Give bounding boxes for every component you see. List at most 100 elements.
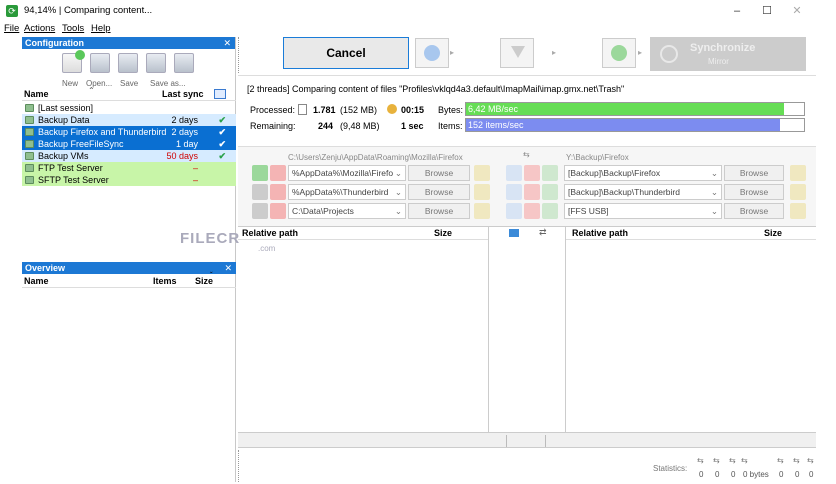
open-config-icon[interactable] [90,53,110,73]
cloud-folder-icon[interactable] [474,203,490,219]
compare-config-icon[interactable] [506,203,522,219]
config-row[interactable]: Backup FreeFileSync 1 day ✔ [22,138,236,150]
config-row[interactable]: SFTP Test Server – [22,174,236,186]
pair-menu-icon[interactable] [252,203,268,219]
compare-gear-icon[interactable] [415,38,449,68]
new-config-icon[interactable] [62,50,85,73]
middle-grid: ⇄ [488,226,566,432]
filter-config-icon[interactable] [524,184,540,200]
cloud-folder-icon[interactable] [790,203,806,219]
config-last-sync: 1 day [175,139,198,149]
close-button[interactable]: ✕ [782,3,812,19]
overview-col-items[interactable]: Items [153,276,177,286]
left-browse-button[interactable]: Browse [408,203,470,219]
right-browse-button[interactable]: Browse [724,203,784,219]
maximize-button[interactable]: ☐ [752,3,782,19]
right-col-size[interactable]: Size [764,228,782,238]
menu-help[interactable]: Help [91,23,111,34]
config-row[interactable]: FTP Test Server – [22,162,236,174]
right-col-relpath[interactable]: Relative path [572,228,628,238]
add-pair-icon[interactable] [252,165,268,181]
sync-variant-label: Mirror [708,57,729,66]
left-folder-input[interactable]: %AppData%\Mozilla\Firefo ⌄ [288,165,406,181]
remove-pair-icon[interactable] [270,165,286,181]
dropdown-icon[interactable]: ⌄ [395,204,402,218]
filter-icon[interactable] [500,38,534,68]
dropdown-icon[interactable]: ⌄ [711,185,718,199]
swap-sides-icon[interactable]: ⇆ [523,150,530,159]
save-as-batch-icon[interactable] [174,53,194,73]
overview-title: Overview [25,263,66,273]
compare-config-icon[interactable] [506,184,522,200]
config-name: [Last session] [38,103,94,113]
dropdown-icon[interactable]: ⌄ [395,185,402,199]
minimize-button[interactable]: – [722,3,752,19]
config-row[interactable]: Backup Firefox and Thunderbird 2 days ✔ [22,126,236,138]
config-file-icon [25,116,34,124]
sync-config-icon[interactable] [542,165,558,181]
right-browse-button[interactable]: Browse [724,165,784,181]
stat-type-icon: ⇆ [729,456,736,465]
watermark-brand: FILECR [180,230,241,247]
left-browse-button[interactable]: Browse [408,165,470,181]
right-folder-input[interactable]: [Backup]\Backup\Thunderbird ⌄ [564,184,722,200]
left-col-size[interactable]: Size [434,228,452,238]
dropdown-icon[interactable]: ⌄ [395,166,402,180]
menu-actions[interactable]: Actions [24,23,55,34]
left-browse-button[interactable]: Browse [408,184,470,200]
column-name[interactable]: Name [24,89,49,99]
left-base-folder[interactable]: C:\Users\Zenju\AppData\Roaming\Mozilla\F… [288,153,463,162]
close-config-icon[interactable]: ✕ [223,37,231,49]
config-row[interactable]: [Last session] [22,102,236,114]
processed-size: (152 MB) [340,105,378,115]
compare-options-arrow-icon[interactable]: ▸ [450,48,454,57]
cloud-folder-icon[interactable] [790,184,806,200]
right-folder-input[interactable]: [FFS USB] ⌄ [564,203,722,219]
filter-config-icon[interactable] [524,165,540,181]
stat-value: 0 [731,470,736,479]
save-config-icon[interactable] [118,53,138,73]
right-browse-button[interactable]: Browse [724,184,784,200]
compare-config-icon[interactable] [506,165,522,181]
left-folder-input[interactable]: C:\Data\Projects ⌄ [288,203,406,219]
left-folder-input[interactable]: %AppData%\Thunderbird ⌄ [288,184,406,200]
save-as-config-icon[interactable] [146,53,166,73]
items-rate: 152 items/sec [468,120,524,130]
config-row[interactable]: Backup VMs 50 days ✔ [22,150,236,162]
dropdown-icon[interactable]: ⌄ [711,166,718,180]
menu-file[interactable]: File [4,23,19,34]
sync-options-arrow-icon[interactable]: ▸ [638,48,642,57]
config-row[interactable]: Backup Data 2 days ✔ [22,114,236,126]
filter-options-arrow-icon[interactable]: ▸ [552,48,556,57]
right-folder-input[interactable]: [Backup]\Backup\Firefox ⌄ [564,165,722,181]
filter-config-icon[interactable] [524,203,540,219]
menu-tools[interactable]: Tools [62,23,84,34]
cloud-folder-icon[interactable] [474,184,490,200]
checkmark-icon: ✔ [218,115,226,125]
remaining-size: (9,48 MB) [340,121,380,131]
cloud-folder-icon[interactable] [790,165,806,181]
config-last-sync: – [192,175,198,185]
close-overview-icon[interactable]: ✕ [224,262,232,274]
sync-gear-icon[interactable] [602,38,636,68]
cloud-folder-icon[interactable] [474,165,490,181]
compare-view-icon[interactable] [509,229,519,237]
remove-pair-icon[interactable] [270,184,286,200]
menu-bar: File Actions Tools Help [0,22,836,36]
stat-value: 0 [809,470,814,479]
cancel-button[interactable]: Cancel [283,37,409,69]
dropdown-icon[interactable]: ⌄ [711,204,718,218]
left-col-relpath[interactable]: Relative path [242,228,298,238]
config-file-icon [25,164,34,172]
column-last-sync[interactable]: Last sync [162,89,204,99]
remove-pair-icon[interactable] [270,203,286,219]
sync-config-icon[interactable] [542,184,558,200]
right-base-folder[interactable]: Y:\Backup\Firefox [566,153,629,162]
sync-config-icon[interactable] [542,203,558,219]
sync-view-icon[interactable]: ⇄ [539,227,547,238]
config-header: Configuration ✕ [22,37,235,49]
synchronize-button[interactable]: Synchronize Mirror [650,37,806,71]
pair-menu-icon[interactable] [252,184,268,200]
overview-col-name[interactable]: Name [24,276,49,286]
list-view-icon[interactable] [214,89,226,99]
